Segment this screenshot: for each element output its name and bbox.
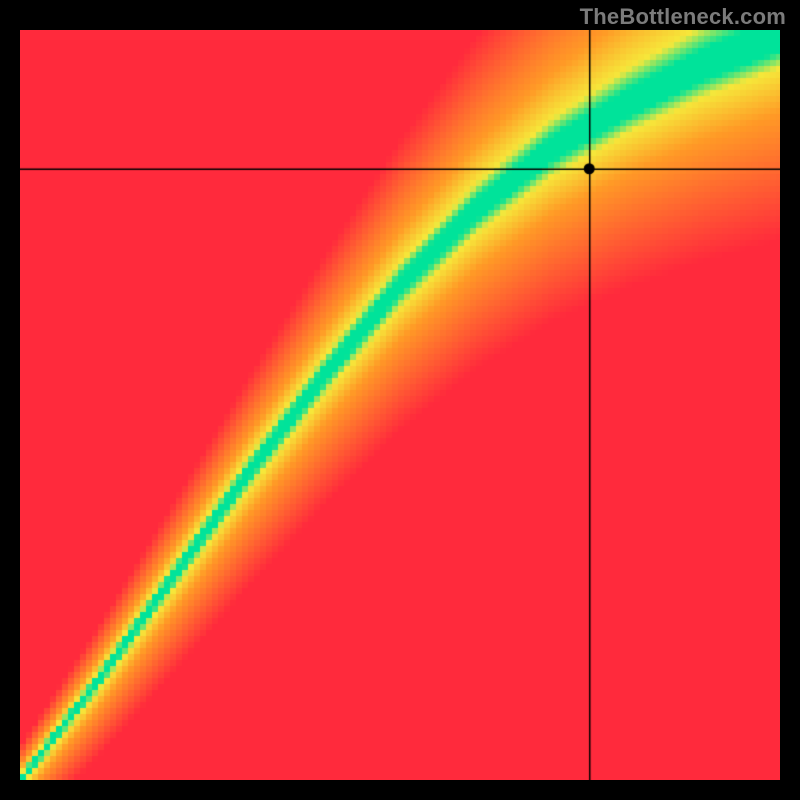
watermark-label: TheBottleneck.com <box>580 4 786 30</box>
bottleneck-heatmap <box>20 30 780 780</box>
